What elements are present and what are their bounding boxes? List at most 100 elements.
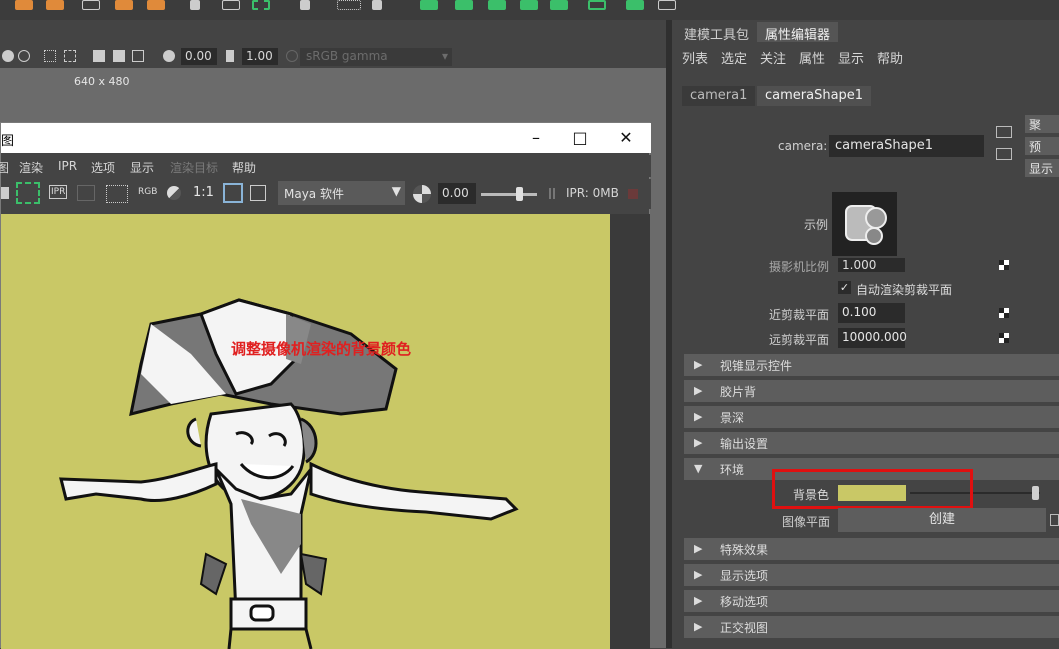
loop-icon[interactable] [337,0,361,10]
render-settings-icon[interactable] [106,185,128,203]
viewport-exposure-field[interactable]: 0.00 [181,48,217,65]
uv-icon-1[interactable] [420,0,438,10]
section-special-effects[interactable]: ▶ 特殊效果 [684,538,1059,560]
menu-options[interactable]: 选项 [91,159,115,176]
poly-cylinder-icon[interactable] [46,0,64,10]
safe-area-icon[interactable] [132,50,144,62]
map-button-icon[interactable] [999,260,1009,270]
far-clip-field[interactable]: 10000.000 [838,328,907,348]
camera-node-name-field[interactable]: cameraShape1 [829,135,984,157]
menu-help[interactable]: 帮助 [877,48,903,67]
rgb-channel-icon[interactable]: RGB [138,187,157,197]
sphere-icon[interactable] [115,0,133,10]
uv-icon-8[interactable] [658,0,676,10]
color-management-icon[interactable] [286,50,298,62]
close-icon[interactable]: ✕ [616,128,636,148]
menu-selected[interactable]: 选定 [721,48,747,67]
map-button-icon[interactable] [999,333,1009,343]
pause-bar-icon[interactable] [553,188,555,199]
uv-icon-5[interactable] [550,0,568,10]
viewport-gamma-field[interactable]: 1.00 [242,48,278,65]
exposure-slider-track[interactable] [481,193,537,196]
minimize-icon[interactable]: – [526,128,546,148]
menu-help[interactable]: 帮助 [232,159,256,176]
camera-scale-field[interactable]: 1.000 [838,258,905,272]
bevel-icon[interactable] [300,0,310,10]
go-to-input-icon[interactable] [1050,514,1059,526]
bridge-icon[interactable] [252,0,270,10]
menu-render[interactable]: 渲染 [19,159,43,176]
menu-display[interactable]: 显示 [130,159,154,176]
menu-list[interactable]: 列表 [682,48,708,67]
exposure-slider-handle[interactable] [516,187,523,201]
alpha-channel-icon[interactable] [167,186,181,200]
camera-node-label: camera: [778,139,828,153]
uv-icon-3[interactable] [488,0,506,10]
film-gate-icon[interactable] [93,50,105,62]
snapshot-icon[interactable] [1,187,9,199]
menu-ipr[interactable]: IPR [58,159,77,173]
renderer-dropdown[interactable]: Maya 软件 ▼ [278,181,405,205]
presets-button[interactable]: 预 [1025,137,1059,155]
resolution-gate-icon[interactable] [113,50,125,62]
tab-camerashape1[interactable]: cameraShape1 [757,86,872,106]
menu-render-target[interactable]: 渲染目标 [170,159,218,176]
menu-file[interactable]: 图 [0,159,9,176]
section-display-options[interactable]: ▶ 显示选项 [684,564,1059,586]
uv-icon-4[interactable] [520,0,538,10]
go-to-output-icon[interactable] [996,148,1012,160]
camera-sample-icon [832,192,897,256]
remove-image-icon[interactable] [250,185,266,201]
background-color-slider-handle[interactable] [1032,486,1039,500]
keep-image-icon[interactable] [223,183,243,203]
exposure-icon[interactable] [163,50,175,62]
stop-icon[interactable] [628,189,638,199]
render-region-icon[interactable] [16,182,40,204]
refresh-ipr-icon[interactable] [77,185,95,201]
real-size-button[interactable]: 1:1 [193,185,214,200]
section-output-settings[interactable]: ▶ 输出设置 [684,432,1059,454]
menu-attributes[interactable]: 属性 [799,48,825,67]
cone-icon[interactable] [147,0,165,10]
poly-cube-icon[interactable] [15,0,33,10]
go-to-input-icon[interactable] [996,126,1012,138]
gamma-icon[interactable] [226,50,234,62]
maximize-icon[interactable]: □ [570,128,590,148]
menu-focus[interactable]: 关注 [760,48,786,67]
extrude-icon[interactable] [222,0,240,10]
color-space-dropdown[interactable]: sRGB gamma ▾ [300,48,452,66]
create-image-plane-button[interactable]: 创建 [838,508,1046,532]
grid-icon[interactable] [44,50,56,62]
tab-modeling-toolkit[interactable]: 建模工具包 [676,22,757,43]
section-film-back[interactable]: ▶ 胶片背 [684,380,1059,402]
render-exposure-field[interactable]: 0.00 [438,183,476,204]
multi-cut-icon[interactable] [372,0,382,10]
pause-bar-icon[interactable] [549,188,551,199]
resolution-label: 640 x 480 [74,75,130,88]
ipr-render-icon[interactable]: IPR [49,185,68,199]
plane-icon[interactable] [82,0,100,10]
focus-button[interactable]: 聚 [1025,115,1059,133]
exposure-icon[interactable] [413,185,431,203]
render-image[interactable]: 调整摄像机渲染的背景颜色 [1,214,610,649]
section-movement-options[interactable]: ▶ 移动选项 [684,590,1059,612]
window-title: 图 [1,134,15,149]
map-button-icon[interactable] [999,308,1009,318]
uv-icon-6[interactable] [588,0,606,10]
select-icon[interactable] [64,50,76,62]
section-depth-of-field[interactable]: ▶ 景深 [684,406,1059,428]
auto-clip-checkbox[interactable]: ✓ [838,281,851,294]
arrow-icon[interactable] [190,0,200,10]
section-orthographic-views[interactable]: ▶ 正交视图 [684,616,1059,638]
isolate-icon[interactable] [2,50,14,62]
section-frustum-display[interactable]: ▶ 视锥显示控件 [684,354,1059,376]
near-clip-field[interactable]: 0.100 [838,303,905,323]
show-button[interactable]: 显示 [1025,159,1059,177]
menu-show[interactable]: 显示 [838,48,864,67]
xray-icon[interactable] [18,50,30,62]
uv-icon-2[interactable] [455,0,473,10]
tab-camera1[interactable]: camera1 [682,86,756,106]
uv-icon-7[interactable] [626,0,644,10]
tab-attribute-editor[interactable]: 属性编辑器 [757,22,839,43]
render-view-titlebar[interactable]: 图 – □ ✕ [1,123,651,153]
